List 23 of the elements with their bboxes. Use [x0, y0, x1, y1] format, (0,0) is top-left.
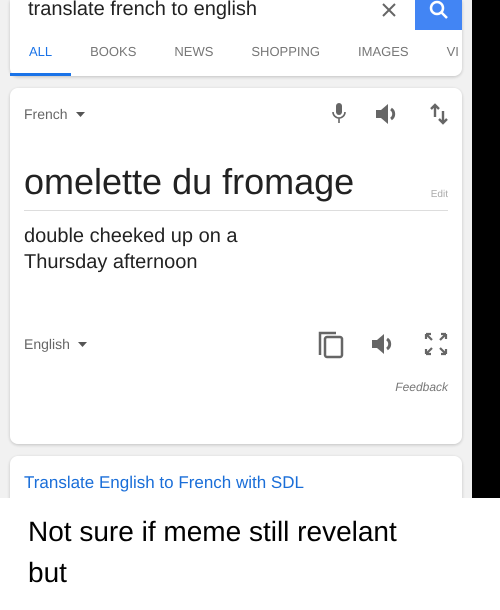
result-title-link[interactable]: Translate English to French with SDL [24, 473, 304, 492]
feedback-link[interactable]: Feedback [395, 378, 448, 396]
tab[interactable]: IMAGES [339, 30, 428, 76]
tab[interactable]: SHOPPING [232, 30, 340, 76]
search-button[interactable] [415, 0, 462, 30]
dropdown-icon [76, 112, 85, 116]
tab[interactable]: NEWS [155, 30, 232, 76]
translated-text: double cheeked up on a Thursday afternoon [24, 224, 239, 275]
dropdown-icon [78, 342, 87, 348]
language-selector[interactable]: French [24, 104, 85, 124]
edit-link[interactable]: Edit [430, 186, 448, 202]
fullscreen-icon[interactable] [424, 332, 448, 357]
language-selector[interactable]: English [24, 334, 87, 356]
search-query: translate french to english [27, 0, 258, 22]
swap-icon[interactable] [430, 102, 448, 126]
tab[interactable]: BOOKS [71, 30, 156, 76]
microphone-icon[interactable] [332, 102, 346, 126]
tab[interactable]: VI [428, 30, 462, 76]
source-text: omelette du fromage [24, 162, 354, 202]
meme-caption: Not sure if meme still revelant but [27, 515, 398, 590]
search-icon [428, 0, 450, 21]
copy-icon[interactable] [318, 330, 344, 359]
tab[interactable]: ALL [10, 30, 72, 76]
